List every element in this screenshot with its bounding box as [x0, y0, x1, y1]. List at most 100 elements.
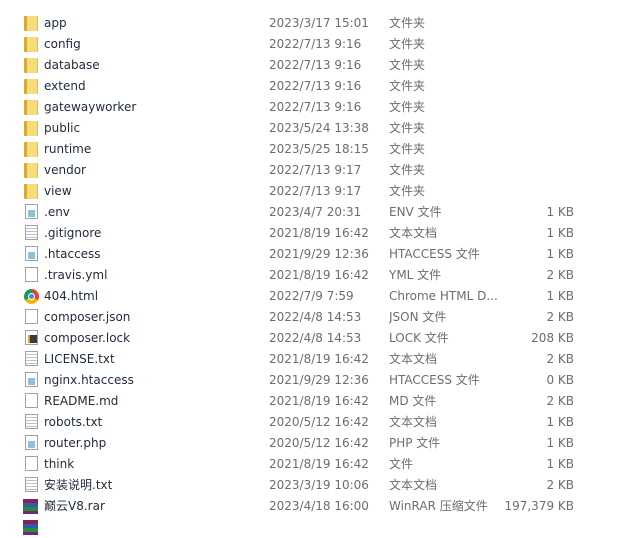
file-row[interactable]: README.md 2021/8/19 16:42 MD 文件 2 KB: [0, 391, 623, 412]
file-type: PHP 文件: [389, 436, 441, 450]
file-type: LOCK 文件: [389, 331, 449, 345]
folder-icon: [24, 184, 38, 199]
file-date: 2023/4/18 16:00: [269, 499, 369, 513]
file-name: think: [44, 457, 75, 471]
file-size: 1 KB: [546, 436, 574, 450]
blank-file-icon: [25, 309, 38, 324]
file-type: HTACCESS 文件: [389, 247, 480, 261]
file-row[interactable]: app 2023/3/17 15:01 文件夹: [0, 13, 623, 34]
file-name: gatewayworker: [44, 100, 137, 114]
file-size: 1 KB: [546, 205, 574, 219]
file-type: YML 文件: [389, 268, 442, 282]
file-row[interactable]: .travis.yml 2021/8/19 16:42 YML 文件 2 KB: [0, 265, 623, 286]
folder-icon: [24, 37, 38, 52]
file-type: 文件夹: [389, 79, 426, 93]
winrar-icon: [23, 520, 38, 535]
file-row[interactable]: router.php 2020/5/12 16:42 PHP 文件 1 KB: [0, 433, 623, 454]
file-type: ENV 文件: [389, 205, 442, 219]
file-name: .env: [44, 205, 70, 219]
file-name: composer.lock: [44, 331, 131, 345]
file-row[interactable]: database 2022/7/13 9:16 文件夹: [0, 55, 623, 76]
file-size: 197,379 KB: [504, 499, 574, 513]
file-row[interactable]: config 2022/7/13 9:16 文件夹: [0, 34, 623, 55]
file-row[interactable]: robots.txt 2020/5/12 16:42 文本文档 1 KB: [0, 412, 623, 433]
file-date: 2021/8/19 16:42: [269, 226, 369, 240]
text-file-icon: [25, 225, 38, 240]
file-row[interactable]: extend 2022/7/13 9:16 文件夹: [0, 76, 623, 97]
file-type: 文本文档: [389, 226, 438, 240]
folder-icon: [24, 79, 38, 94]
file-date: 2020/5/12 16:42: [269, 415, 369, 429]
file-type: 文件夹: [389, 184, 426, 198]
file-name: .htaccess: [44, 247, 101, 261]
config-file-icon: [25, 204, 38, 219]
file-row[interactable]: view 2022/7/13 9:17 文件夹: [0, 181, 623, 202]
file-date: 2023/5/24 13:38: [269, 121, 369, 135]
file-date: 2020/5/12 16:42: [269, 436, 369, 450]
file-row[interactable]: vendor 2022/7/13 9:17 文件夹: [0, 160, 623, 181]
file-type: 文件夹: [389, 163, 426, 177]
file-type: 文本文档: [389, 352, 438, 366]
file-row[interactable]: composer.json 2022/4/8 14:53 JSON 文件 2 K…: [0, 307, 623, 328]
file-date: 2021/9/29 12:36: [269, 373, 369, 387]
folder-icon: [24, 121, 38, 136]
file-size: 1 KB: [546, 226, 574, 240]
file-row[interactable]: 巅云V8.rar 2023/4/18 16:00 WinRAR 压缩文件 197…: [0, 496, 623, 517]
file-row[interactable]: .gitignore 2021/8/19 16:42 文本文档 1 KB: [0, 223, 623, 244]
file-row[interactable]: [0, 517, 623, 538]
file-date: 2022/7/13 9:16: [269, 100, 362, 114]
folder-icon: [24, 163, 38, 178]
folder-icon: [24, 142, 38, 157]
text-file-icon: [25, 414, 38, 429]
file-row[interactable]: nginx.htaccess 2021/9/29 12:36 HTACCESS …: [0, 370, 623, 391]
file-date: 2023/4/7 20:31: [269, 205, 362, 219]
file-type: 文本文档: [389, 415, 438, 429]
file-date: 2022/7/13 9:16: [269, 37, 362, 51]
file-name: config: [44, 37, 81, 51]
file-type: 文件夹: [389, 142, 426, 156]
file-date: 2022/7/13 9:17: [269, 163, 362, 177]
file-name: public: [44, 121, 81, 135]
file-name: 安装说明.txt: [44, 478, 113, 492]
file-date: 2022/7/9 7:59: [269, 289, 354, 303]
file-name: runtime: [44, 142, 92, 156]
file-date: 2023/5/25 18:15: [269, 142, 369, 156]
file-type: 文件夹: [389, 37, 426, 51]
file-date: 2022/7/13 9:17: [269, 184, 362, 198]
file-list: app 2023/3/17 15:01 文件夹 config 2022/7/13…: [0, 13, 623, 538]
file-row[interactable]: 安装说明.txt 2023/3/19 10:06 文本文档 2 KB: [0, 475, 623, 496]
file-row[interactable]: .htaccess 2021/9/29 12:36 HTACCESS 文件 1 …: [0, 244, 623, 265]
file-name: 404.html: [44, 289, 99, 303]
blank-file-icon: [25, 393, 38, 408]
file-row[interactable]: composer.lock 2022/4/8 14:53 LOCK 文件 208…: [0, 328, 623, 349]
file-row[interactable]: LICENSE.txt 2021/8/19 16:42 文本文档 2 KB: [0, 349, 623, 370]
file-size: 0 KB: [546, 373, 574, 387]
file-row[interactable]: runtime 2023/5/25 18:15 文件夹: [0, 139, 623, 160]
file-date: 2021/9/29 12:36: [269, 247, 369, 261]
file-date: 2021/8/19 16:42: [269, 352, 369, 366]
file-date: 2021/8/19 16:42: [269, 457, 369, 471]
file-name: nginx.htaccess: [44, 373, 134, 387]
file-date: 2023/3/19 10:06: [269, 478, 369, 492]
file-row[interactable]: .env 2023/4/7 20:31 ENV 文件 1 KB: [0, 202, 623, 223]
file-type: 文件夹: [389, 121, 426, 135]
file-date: 2022/7/13 9:16: [269, 79, 362, 93]
file-date: 2021/8/19 16:42: [269, 394, 369, 408]
file-name: database: [44, 58, 100, 72]
config-file-icon: [25, 435, 38, 450]
file-size: 2 KB: [546, 352, 574, 366]
file-name: README.md: [44, 394, 119, 408]
file-name: .gitignore: [44, 226, 102, 240]
file-type: Chrome HTML D...: [389, 289, 497, 303]
file-row[interactable]: think 2021/8/19 16:42 文件 1 KB: [0, 454, 623, 475]
file-row[interactable]: 404.html 2022/7/9 7:59 Chrome HTML D... …: [0, 286, 623, 307]
file-name: app: [44, 16, 67, 30]
file-row[interactable]: gatewayworker 2022/7/13 9:16 文件夹: [0, 97, 623, 118]
file-date: 2022/4/8 14:53: [269, 331, 362, 345]
text-file-icon: [25, 477, 38, 492]
file-row[interactable]: public 2023/5/24 13:38 文件夹: [0, 118, 623, 139]
file-date: 2022/4/8 14:53: [269, 310, 362, 324]
chrome-icon: [24, 289, 39, 304]
folder-icon: [24, 100, 38, 115]
file-name: extend: [44, 79, 86, 93]
